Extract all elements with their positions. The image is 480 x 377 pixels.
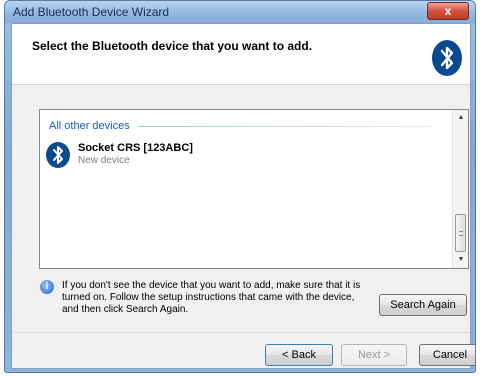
vertical-scrollbar[interactable]: ▲ ▼ — [452, 110, 468, 268]
scroll-grip — [459, 231, 463, 236]
scroll-down-button[interactable]: ▼ — [453, 252, 469, 268]
wizard-header: Select the Bluetooth device that you wan… — [12, 24, 470, 85]
next-button[interactable]: Next > — [341, 344, 407, 366]
cancel-button[interactable]: Cancel — [419, 344, 475, 366]
back-button[interactable]: < Back — [265, 344, 333, 366]
device-status: New device — [78, 155, 130, 166]
info-message: If you don't see the device that you wan… — [62, 280, 361, 315]
bluetooth-icon — [46, 142, 70, 168]
footer-divider — [12, 332, 470, 333]
device-list[interactable]: All other devices Socket CRS [123ABC] Ne… — [39, 109, 469, 269]
info-icon: i — [40, 280, 54, 294]
search-again-button[interactable]: Search Again — [379, 294, 467, 316]
wizard-window: Add Bluetooth Device Wizard x Select the… — [4, 0, 476, 373]
group-header: All other devices — [49, 120, 130, 132]
group-divider — [138, 126, 434, 127]
bluetooth-icon — [432, 40, 462, 76]
scroll-thumb[interactable] — [455, 214, 466, 252]
window-title: Add Bluetooth Device Wizard — [13, 5, 170, 19]
dialog-body: Select the Bluetooth device that you wan… — [11, 23, 475, 369]
scroll-up-button[interactable]: ▲ — [453, 110, 469, 126]
title-bar[interactable]: Add Bluetooth Device Wizard x — [5, 1, 475, 23]
list-item[interactable]: Socket CRS [123ABC] New device — [46, 138, 436, 172]
device-name: Socket CRS [123ABC] — [78, 142, 193, 154]
page-title: Select the Bluetooth device that you wan… — [32, 39, 313, 53]
close-button[interactable]: x — [427, 2, 469, 20]
